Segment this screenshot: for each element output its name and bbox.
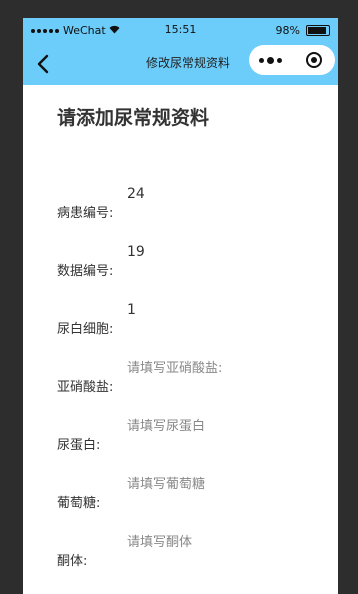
- status-bar: WeChat 15:51 98%: [23, 18, 338, 44]
- more-icon-center: [267, 56, 274, 64]
- form-row-glucose: 葡萄糖:: [23, 474, 338, 514]
- field-label: 尿蛋白:: [57, 438, 101, 453]
- field-label: 酮体:: [57, 554, 88, 569]
- more-icon: [259, 57, 264, 63]
- battery-percent: 98%: [275, 24, 300, 37]
- form-row-data-id: 数据编号:: [23, 242, 338, 282]
- nitrite-input[interactable]: [127, 358, 317, 378]
- field-label: 葡萄糖:: [57, 496, 101, 511]
- form-row-nitrite: 亚硝酸盐:: [23, 358, 338, 398]
- field-label: 病患编号:: [57, 206, 114, 221]
- form-page: 请添加尿常规资料 病患编号: 数据编号: 尿白细胞: 亚硝酸盐: 尿蛋白: 葡萄…: [23, 85, 338, 594]
- phone-frame: WeChat 15:51 98% 修改尿常规资料 请添加尿常规资料 病患编号: …: [23, 18, 338, 594]
- protein-input[interactable]: [127, 416, 317, 436]
- top-bar: WeChat 15:51 98% 修改尿常规资料: [23, 18, 338, 85]
- back-button[interactable]: [31, 50, 55, 78]
- form-row-wbc: 尿白细胞:: [23, 300, 338, 340]
- mini-program-capsule: [249, 45, 335, 75]
- patient-id-input[interactable]: [127, 184, 317, 204]
- ketone-input[interactable]: [127, 532, 317, 552]
- more-icon-right: [277, 57, 282, 63]
- data-id-input[interactable]: [127, 242, 317, 262]
- more-button[interactable]: [249, 45, 292, 75]
- glucose-input[interactable]: [127, 474, 317, 494]
- field-label: 亚硝酸盐:: [57, 380, 114, 395]
- page-heading: 请添加尿常规资料: [57, 107, 210, 129]
- nav-bar: 修改尿常规资料: [23, 44, 338, 84]
- target-close-icon: [305, 52, 322, 68]
- battery-icon: [306, 25, 330, 36]
- form-row-patient-id: 病患编号:: [23, 184, 338, 224]
- close-button[interactable]: [292, 45, 335, 75]
- battery-info: 98%: [276, 24, 330, 37]
- field-label: 尿白细胞:: [57, 322, 114, 337]
- form-row-protein: 尿蛋白:: [23, 416, 338, 456]
- form-row-ketone: 酮体:: [23, 532, 338, 572]
- field-label: 数据编号:: [57, 264, 114, 279]
- nav-title: 修改尿常规资料: [145, 56, 230, 70]
- chevron-left-icon: [37, 54, 49, 74]
- wbc-input[interactable]: [127, 300, 317, 320]
